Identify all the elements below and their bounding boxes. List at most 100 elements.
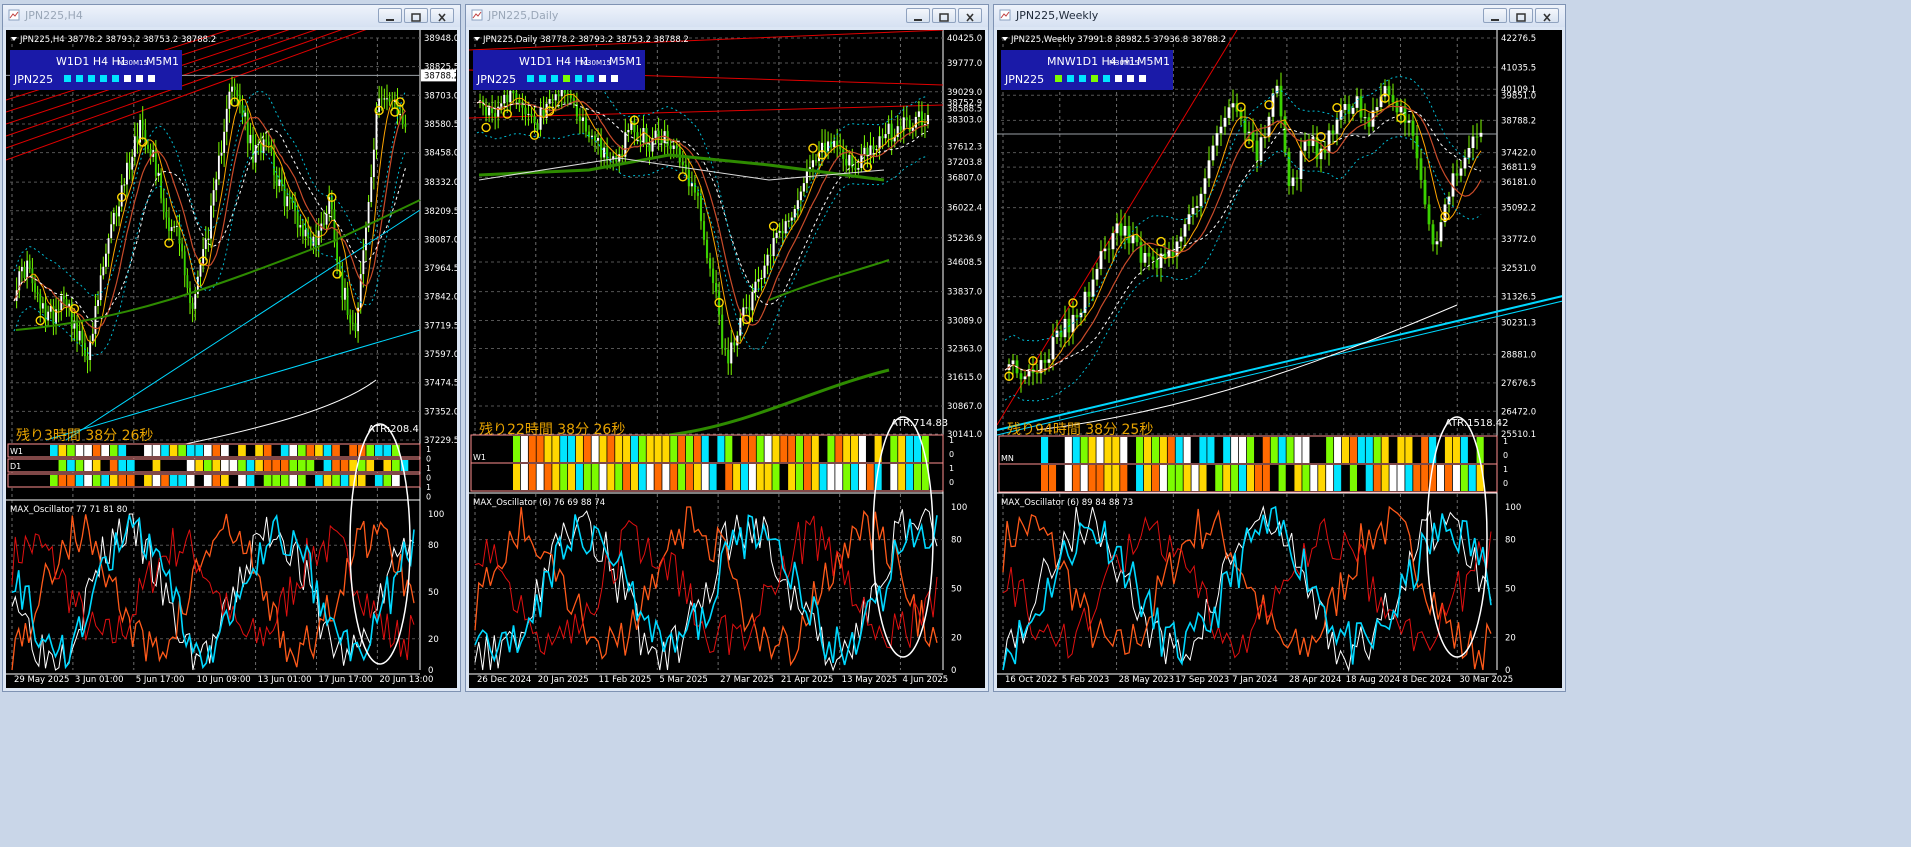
chart-window-weekly[interactable]: JPN225,Weekly 42276.5 41035.5 40109.1 39851… (993, 4, 1568, 692)
timeframe-labels-end: M5M1 (1137, 55, 1170, 68)
price-tick-label: 31615.0 (947, 373, 982, 383)
time-tick-label: 26 Dec 2024 (477, 675, 531, 685)
close-button[interactable] (1535, 8, 1559, 23)
minimize-button[interactable] (378, 8, 402, 23)
time-tick-label: 5 Mar 2025 (659, 675, 707, 685)
strip-band (835, 464, 843, 490)
maximize-button[interactable] (1509, 8, 1533, 23)
strip-band (1088, 465, 1096, 491)
strip-band (246, 475, 255, 486)
candle-body (39, 294, 42, 309)
strip-band (536, 436, 544, 462)
close-button[interactable] (958, 8, 982, 23)
envelope-upper (476, 71, 929, 290)
title-bar[interactable]: JPN225,H4 (3, 5, 460, 27)
strip-band (1262, 437, 1270, 463)
strip-band (297, 460, 306, 471)
strip-band (289, 475, 298, 486)
strip-band (1088, 437, 1096, 463)
chart-window-daily[interactable]: JPN225,Daily 40425.0 39777.0 39029.0 38752.… (465, 4, 989, 692)
candle-body (86, 355, 89, 360)
strip-band (858, 436, 866, 462)
strip-band (1460, 465, 1468, 491)
candle-body (557, 94, 560, 97)
minimize-button[interactable] (906, 8, 930, 23)
strip-band (654, 436, 662, 462)
strip-band (1064, 437, 1072, 463)
strip-band (263, 475, 272, 486)
title-bar[interactable]: JPN225,Weekly (994, 5, 1565, 27)
strip-band (1421, 437, 1429, 463)
chart-window-h4[interactable]: JPN225,H4 38948.0 38825.5 38703.0 38580.5 38… (2, 0, 461, 692)
strip-band (1286, 437, 1294, 463)
strip-band (109, 475, 118, 486)
timeframe-square (563, 75, 570, 82)
strip-band (152, 460, 161, 471)
swing-marker (1332, 102, 1342, 113)
candle-body (530, 113, 533, 117)
strip-scale-label: 1 (426, 445, 431, 454)
timeframe-square (136, 75, 143, 82)
swing-marker (1156, 236, 1166, 247)
strip-band (1278, 465, 1286, 491)
candle-body (207, 238, 210, 240)
maximize-button[interactable] (404, 8, 428, 23)
strip-band (1302, 465, 1310, 491)
strip-band (203, 460, 212, 471)
strip-band (323, 475, 332, 486)
oscillator-tick-label: 50 (1505, 585, 1516, 595)
title-bar[interactable]: JPN225,Daily (466, 5, 988, 27)
strip-band (1389, 465, 1397, 491)
strip-band (263, 445, 272, 456)
strip-band (323, 460, 332, 471)
candle-body (1223, 117, 1227, 127)
candle-body (212, 190, 215, 206)
strip-band (306, 445, 315, 456)
price-chart[interactable]: 38948.038825.538703.038580.538458.038332… (5, 0, 459, 688)
candle-body (228, 91, 231, 109)
strip-scale-label: 0 (1503, 479, 1508, 488)
close-icon (1543, 13, 1551, 22)
strip-band (144, 445, 152, 456)
candle-body (905, 117, 908, 120)
close-button[interactable] (430, 8, 454, 23)
strip-band (803, 436, 811, 462)
candle-body (126, 162, 128, 185)
candle-body (241, 104, 244, 117)
timeframe-square (100, 75, 107, 82)
candle-body (811, 160, 815, 168)
strip-scale-label: 1 (949, 436, 954, 445)
minimize-button[interactable] (1483, 8, 1507, 23)
strip-band (646, 464, 654, 490)
price-chart[interactable]: 40425.039777.039029.038752.938303.037612… (468, 29, 985, 688)
strip-band (118, 475, 127, 486)
candle-body (790, 217, 793, 221)
candle-body (302, 224, 304, 237)
strip-band (1072, 465, 1080, 491)
candle-body (170, 227, 173, 232)
price-chart[interactable]: 42276.541035.540109.139851.038788.237422… (996, 29, 1568, 688)
price-tick-label: 38788.2 (1501, 116, 1536, 126)
candle-body (727, 349, 730, 364)
price-tick-label: 37422.0 (1501, 149, 1536, 159)
timeframe-square (1091, 75, 1098, 82)
strip-band (1096, 437, 1104, 463)
strip-band (1357, 437, 1365, 463)
strip-band (1104, 465, 1112, 491)
candle-body (536, 123, 539, 130)
timeframe-square (148, 75, 155, 82)
candle-body (1471, 136, 1475, 148)
strip-band (349, 445, 357, 456)
oscillator-tick-label: 50 (951, 585, 962, 595)
strip-band (1365, 465, 1373, 491)
strip-scale-label: 1 (1503, 437, 1508, 446)
maximize-button[interactable] (932, 8, 956, 23)
chart-area[interactable]: 38948.0 38825.5 38703.0 38580.5 38458.0 38332… (5, 0, 459, 688)
chart-area[interactable]: 40425.0 39777.0 39029.0 38752.9 38303.0 37612… (468, 29, 985, 688)
chart-area[interactable]: 42276.5 41035.5 40109.1 39851.0 38788.2 37422… (996, 29, 1568, 688)
strip-band (1136, 465, 1144, 491)
price-tick-label: 37474.5 (424, 379, 457, 389)
candle-body (1051, 337, 1055, 360)
atr-label: ATR:1518.42 (1445, 418, 1509, 429)
candle-body (351, 322, 354, 324)
